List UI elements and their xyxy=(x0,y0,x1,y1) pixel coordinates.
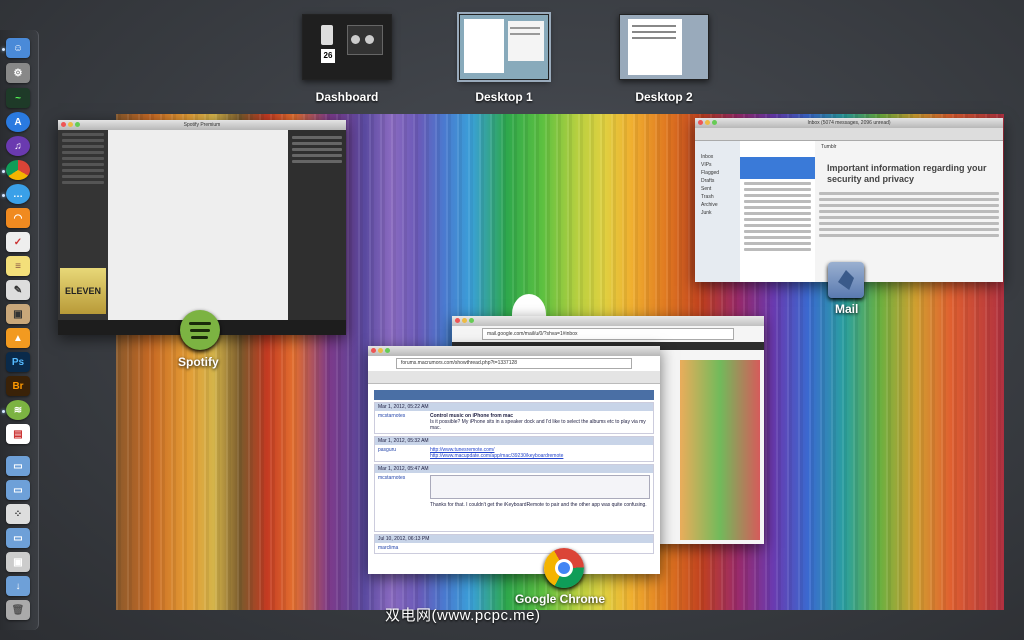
notes-icon[interactable]: ≡ xyxy=(6,256,30,276)
window-title: Spotify Premium xyxy=(183,122,221,128)
calendar-icon[interactable]: ▤ xyxy=(6,424,30,444)
spotify-window[interactable]: Spotify Premium ELEVEN xyxy=(58,120,346,335)
selected-message[interactable] xyxy=(740,157,815,179)
space-label: Dashboard xyxy=(315,90,379,104)
mail-message-list xyxy=(740,141,816,282)
desktop-1-thumbnail xyxy=(457,12,551,82)
mail-toolbar xyxy=(695,128,1003,141)
mail-sidebar: Inbox VIPs Flagged Drafts Sent Trash Arc… xyxy=(695,141,740,282)
running-indicator xyxy=(2,194,5,197)
spotify-dock-icon[interactable]: ≋ xyxy=(6,400,30,420)
textedit-icon[interactable]: ✎ xyxy=(6,280,30,300)
rss-icon[interactable]: ◠ xyxy=(6,208,30,228)
documents-folder-icon[interactable]: ▭ xyxy=(6,480,30,500)
post-4: Jul 10, 2012, 06:13 PM marclima xyxy=(374,534,654,554)
spotify-titlebar: Spotify Premium xyxy=(58,120,346,130)
message-heading: Important information regarding your sec… xyxy=(827,163,987,184)
post-2: Mar 1, 2012, 05:32 AM pasguru http://www… xyxy=(374,436,654,462)
itunes-icon[interactable]: ♫ xyxy=(6,136,30,156)
calendar-widget: 26 xyxy=(321,49,335,63)
running-indicator xyxy=(2,410,5,413)
finder-icon[interactable]: ☺ xyxy=(6,38,30,58)
bridge-icon[interactable]: Br xyxy=(6,376,30,396)
mail-label: Mail xyxy=(835,302,859,316)
chrome-icon[interactable] xyxy=(6,160,30,180)
album-art: ELEVEN xyxy=(60,268,106,314)
chrome-app-icon[interactable] xyxy=(544,548,584,588)
spotify-friends-pane xyxy=(288,130,346,320)
space-desktop-2[interactable]: Desktop 2 xyxy=(619,14,709,104)
space-label: Desktop 2 xyxy=(635,90,693,104)
vlc-icon[interactable]: ▲ xyxy=(6,328,30,348)
post-body: Is it possible? My iPhone sits in a spea… xyxy=(430,419,646,431)
post-body: Thanks for that. I couldn't get the iKey… xyxy=(430,502,647,508)
gmail-inbox-list xyxy=(680,360,760,540)
post-author[interactable]: marclima xyxy=(375,543,653,553)
dock: ☺ ⚙ ~ A ♫ … ◠ ✓ ≡ ✎ ▣ ▲ Ps Br ≋ ▤ ▭ ▭ ⁘ … xyxy=(0,30,39,630)
post-date: Mar 1, 2012, 05:22 AM xyxy=(375,403,653,411)
mail-titlebar: Inbox (5074 messages, 2096 unread) xyxy=(695,118,1003,128)
dashboard-thumbnail: 26 xyxy=(302,14,392,80)
mailbox-vips[interactable]: VIPs xyxy=(695,161,740,169)
mailbox-junk[interactable]: Junk xyxy=(695,209,740,217)
post-1: Mar 1, 2012, 05:22 AM mcstarnotes Contro… xyxy=(374,402,654,434)
running-indicator xyxy=(2,170,5,173)
applications-folder-icon[interactable]: ▭ xyxy=(6,528,30,548)
spotify-app-icon[interactable] xyxy=(180,310,220,350)
trash-icon[interactable]: 🗑 xyxy=(6,600,30,620)
post-link[interactable]: http://www.macupdate.com/app/mac/39230/k… xyxy=(430,453,650,459)
downloads-folder-icon[interactable]: ↓ xyxy=(6,576,30,596)
folder-icon[interactable]: ▭ xyxy=(6,456,30,476)
mail-message-view: Tumblr Important information regarding y… xyxy=(815,141,1003,282)
post-date: Jul 10, 2012, 06:13 PM xyxy=(375,535,653,543)
mailbox-flagged[interactable]: Flagged xyxy=(695,169,740,177)
window-title: Inbox (5074 messages, 2096 unread) xyxy=(807,120,891,126)
mailbox-archive[interactable]: Archive xyxy=(695,201,740,209)
mailbox-inbox[interactable]: Inbox xyxy=(695,153,740,161)
chrome-address-bar[interactable]: forums.macrumors.com/showthread.php?t=13… xyxy=(396,358,632,369)
messages-icon[interactable]: … xyxy=(6,184,30,204)
watermark: 双电网(www.pcpc.me) xyxy=(385,607,541,624)
post-date: Mar 1, 2012, 05:32 AM xyxy=(375,437,653,445)
space-desktop-1[interactable]: Desktop 1 xyxy=(457,12,551,104)
downloads-stack-icon[interactable]: ⁘ xyxy=(6,504,30,524)
chrome-titlebar xyxy=(368,346,660,356)
message-sender: Tumblr xyxy=(821,144,837,150)
post-3: Mar 1, 2012, 05:47 AM mcstarnotes Thanks… xyxy=(374,464,654,532)
system-preferences-icon[interactable]: ⚙ xyxy=(6,63,30,83)
post-author[interactable]: mcstarnotes xyxy=(375,473,427,510)
thread-header xyxy=(374,390,654,400)
gmail-address-bar[interactable]: mail.google.com/mail/u/0/?shva=1#inbox xyxy=(482,328,734,340)
spotify-main-pane xyxy=(108,130,288,320)
mailbox-trash[interactable]: Trash xyxy=(695,193,740,201)
mailbox-drafts[interactable]: Drafts xyxy=(695,177,740,185)
screenshots-stack-icon[interactable]: ▣ xyxy=(6,552,30,572)
photoshop-icon[interactable]: Ps xyxy=(6,352,30,372)
space-dashboard[interactable]: 26 Dashboard xyxy=(302,14,392,104)
mailbox-sent[interactable]: Sent xyxy=(695,185,740,193)
mail-window[interactable]: Inbox (5074 messages, 2096 unread) Inbox… xyxy=(695,118,1003,282)
post-author[interactable]: pasguru xyxy=(375,445,427,461)
reminders-icon[interactable]: ✓ xyxy=(6,232,30,252)
preview-icon[interactable]: ▣ xyxy=(6,304,30,324)
post-date: Mar 1, 2012, 05:47 AM xyxy=(375,465,653,473)
bookmarks-bar xyxy=(368,371,660,384)
spotify-label: Spotify xyxy=(178,355,219,369)
gmail-titlebar xyxy=(452,316,764,326)
desktop-2-thumbnail xyxy=(619,14,709,80)
mail-app-icon[interactable] xyxy=(828,262,864,298)
quote-box xyxy=(430,475,650,499)
app-store-icon[interactable]: A xyxy=(6,112,30,132)
activity-monitor-icon[interactable]: ~ xyxy=(6,88,30,108)
space-label: Desktop 1 xyxy=(475,90,533,104)
spotify-sidebar: ELEVEN xyxy=(58,130,108,320)
post-author[interactable]: mcstarnotes xyxy=(375,411,427,433)
running-indicator xyxy=(2,48,5,51)
chrome-window[interactable]: forums.macrumors.com/showthread.php?t=13… xyxy=(368,346,660,574)
